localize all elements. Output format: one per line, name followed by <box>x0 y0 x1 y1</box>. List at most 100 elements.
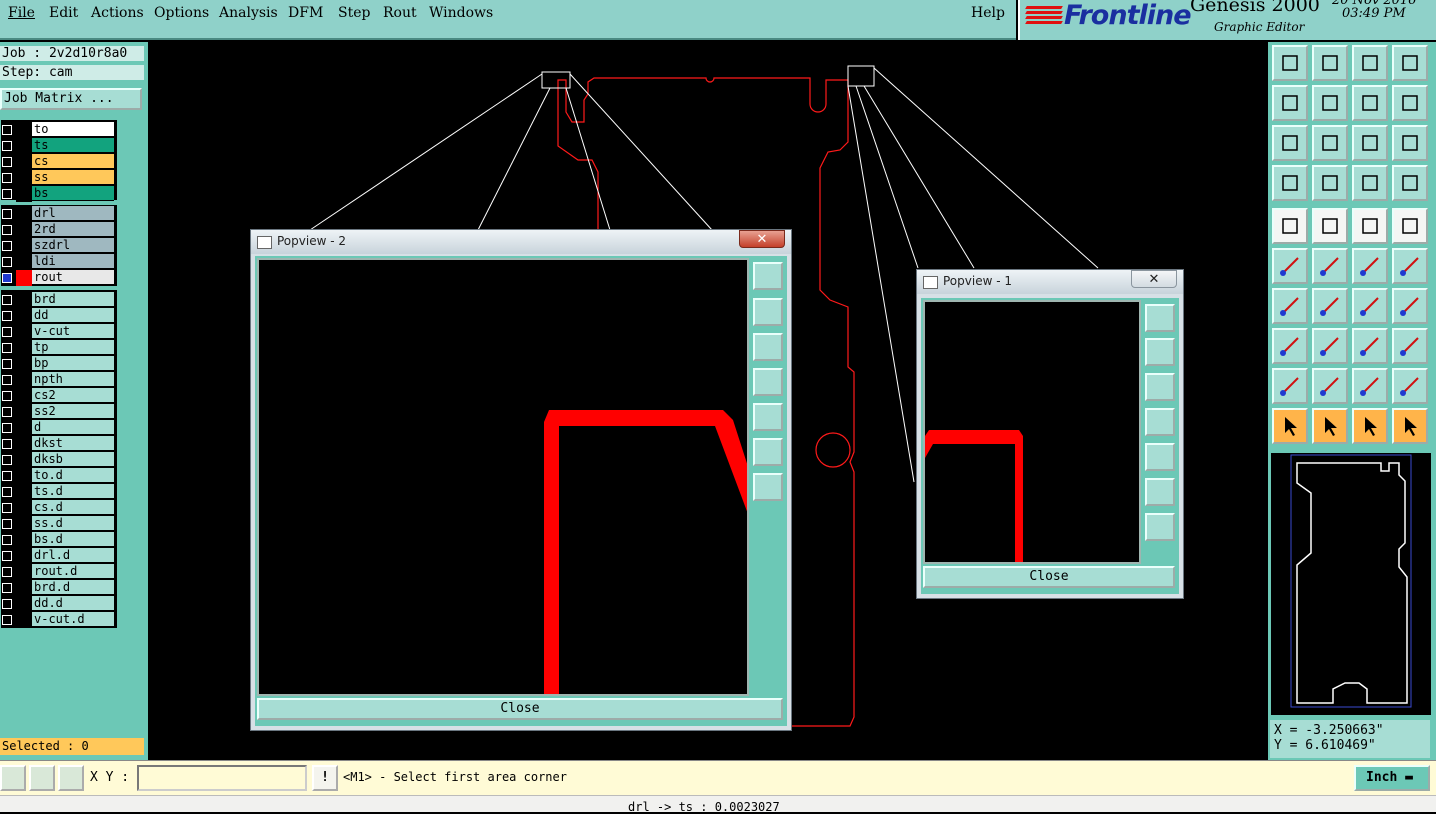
grid-icon[interactable] <box>58 765 84 791</box>
rotate-icon[interactable] <box>1352 288 1388 324</box>
layer-row-ldi[interactable]: ldi <box>0 254 116 270</box>
menu-actions[interactable]: Actions <box>91 5 144 21</box>
layer-checkbox[interactable] <box>2 125 12 135</box>
layer-color-swatch[interactable] <box>16 436 32 452</box>
layer-row-v-cut-d[interactable]: v-cut.d <box>0 612 116 628</box>
layer-name[interactable]: d <box>32 420 114 435</box>
overview-map[interactable] <box>1270 452 1432 716</box>
layer-row-ts-d[interactable]: ts.d <box>0 484 116 500</box>
layer-color-swatch[interactable] <box>16 186 32 202</box>
layer-color-swatch[interactable] <box>16 516 32 532</box>
settings-icon[interactable] <box>1272 165 1308 201</box>
node-link-icon[interactable] <box>1272 248 1308 284</box>
layer-color-swatch[interactable] <box>16 388 32 404</box>
pan-left-icon[interactable] <box>1272 85 1308 121</box>
layer-name[interactable]: cs.d <box>32 500 114 515</box>
menu-options[interactable]: Options <box>154 5 209 21</box>
layer-name[interactable]: brd <box>32 292 114 307</box>
layer-checkbox[interactable] <box>2 391 12 401</box>
undo-view-icon[interactable] <box>1352 85 1388 121</box>
layer-row-szdrl[interactable]: szdrl <box>0 238 116 254</box>
zoom-home-icon[interactable] <box>1272 45 1308 81</box>
popview-fit-button[interactable] <box>1145 304 1175 332</box>
layer-color-swatch[interactable] <box>16 500 32 516</box>
layer-name[interactable]: ss <box>32 170 114 185</box>
zoom-extent-icon[interactable] <box>1272 125 1308 161</box>
layer-row-dksb[interactable]: dksb <box>0 452 116 468</box>
layer-name[interactable]: to.d <box>32 468 114 483</box>
menu-file[interactable]: File <box>8 5 35 21</box>
layer-checkbox[interactable] <box>2 295 12 305</box>
layer-checkbox[interactable] <box>2 189 12 199</box>
point-add-icon[interactable] <box>1392 248 1428 284</box>
popview-pan-down-button[interactable] <box>753 333 783 361</box>
layer-checkbox[interactable] <box>2 225 12 235</box>
layer-color-swatch[interactable] <box>16 206 32 222</box>
layer-color-swatch[interactable] <box>16 612 32 628</box>
layer-color-swatch[interactable] <box>16 254 32 270</box>
popview-zoom-out-button[interactable] <box>753 473 783 501</box>
layer-name[interactable]: bs.d <box>32 532 114 547</box>
layer-row-ts[interactable]: ts <box>0 138 116 154</box>
layer-checkbox[interactable] <box>2 615 12 625</box>
layer-name[interactable]: dkst <box>32 436 114 451</box>
layer-row-npth[interactable]: npth <box>0 372 116 388</box>
layer-name[interactable]: szdrl <box>32 238 114 253</box>
layer-checkbox[interactable] <box>2 423 12 433</box>
layer-name[interactable]: cs <box>32 154 114 169</box>
layer-checkbox[interactable] <box>2 535 12 545</box>
popview-pan-right-button[interactable] <box>753 403 783 431</box>
layer-color-swatch[interactable] <box>16 548 32 564</box>
layer-name[interactable]: tp <box>32 340 114 355</box>
layer-checkbox[interactable] <box>2 359 12 369</box>
menu-edit[interactable]: Edit <box>49 5 78 21</box>
layer-checkbox[interactable] <box>2 439 12 449</box>
layer-name[interactable]: to <box>32 122 114 137</box>
layer-color-swatch[interactable] <box>16 356 32 372</box>
mirror-icon[interactable] <box>1392 288 1428 324</box>
layer-color-swatch[interactable] <box>16 372 32 388</box>
layer-color-swatch[interactable] <box>16 484 32 500</box>
layer-name[interactable]: ts.d <box>32 484 114 499</box>
layer-row-cs2[interactable]: cs2 <box>0 388 116 404</box>
layer-checkbox[interactable] <box>2 487 12 497</box>
popview-pan-up-button[interactable] <box>1145 338 1175 366</box>
layer-name[interactable]: bp <box>32 356 114 371</box>
layer-color-swatch[interactable] <box>16 222 32 238</box>
layer-color-swatch[interactable] <box>16 138 32 154</box>
layer-row-rout[interactable]: rout <box>0 270 116 286</box>
alert-icon[interactable]: ! <box>312 765 338 791</box>
layer-row-d[interactable]: d <box>0 420 116 436</box>
zoom-window-icon[interactable] <box>1312 45 1348 81</box>
layer-row-ss2[interactable]: ss2 <box>0 404 116 420</box>
layer-checkbox[interactable] <box>2 455 12 465</box>
layer-name[interactable]: drl.d <box>32 548 114 563</box>
layer-checkbox[interactable] <box>2 519 12 529</box>
menu-analysis[interactable]: Analysis <box>219 5 278 21</box>
zoom-center-icon[interactable] <box>1312 125 1348 161</box>
slash-icon[interactable] <box>1312 288 1348 324</box>
layer-row-to-d[interactable]: to.d <box>0 468 116 484</box>
layer-color-swatch[interactable] <box>16 580 32 596</box>
layer-row-2rd[interactable]: 2rd <box>0 222 116 238</box>
layer-name[interactable]: rout.d <box>32 564 114 579</box>
layer-name[interactable]: npth <box>32 372 114 387</box>
job-matrix-button[interactable]: Job Matrix ... <box>0 88 142 110</box>
layer-row-bp[interactable]: bp <box>0 356 116 372</box>
units-button[interactable]: Inch ▬ <box>1354 765 1430 791</box>
layer-name[interactable]: dksb <box>32 452 114 467</box>
select-poly-icon[interactable] <box>1352 408 1388 444</box>
layer-checkbox[interactable] <box>2 241 12 251</box>
layer-checkbox[interactable] <box>2 343 12 353</box>
layer-name[interactable]: v-cut.d <box>32 612 114 627</box>
popview-2-canvas[interactable] <box>257 258 749 696</box>
ruler-icon[interactable] <box>1352 208 1388 244</box>
layer-row-tp[interactable]: tp <box>0 340 116 356</box>
layer-color-swatch[interactable] <box>16 452 32 468</box>
layer-name[interactable]: dd.d <box>32 596 114 611</box>
layer-name[interactable]: bs <box>32 186 114 201</box>
zoom-fit-icon[interactable] <box>1392 45 1428 81</box>
layer-color-swatch[interactable] <box>16 170 32 186</box>
menu-rout[interactable]: Rout <box>383 5 417 21</box>
close-icon[interactable]: ✕ <box>739 230 785 248</box>
